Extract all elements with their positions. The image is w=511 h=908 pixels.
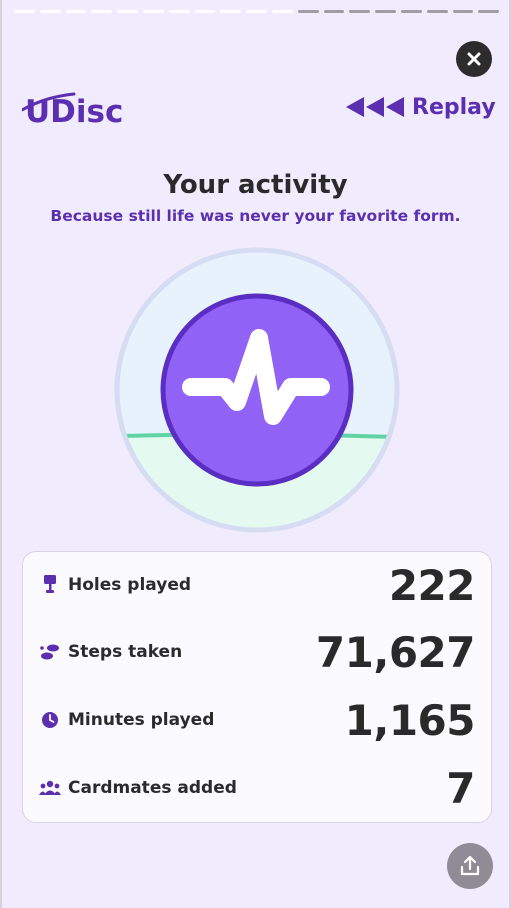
- disc-basket-icon: [39, 574, 61, 596]
- stat-label: Minutes played: [68, 710, 215, 730]
- page-title: Your activity: [163, 170, 348, 200]
- activity-illustration: [113, 246, 401, 534]
- story-progress-segment: [246, 10, 267, 13]
- story-progress-segment: [220, 10, 242, 13]
- stat-row-cardmates: Cardmates added 7: [23, 758, 491, 818]
- stat-label: Cardmates added: [68, 778, 237, 798]
- page-subtitle: Because still life was never your favori…: [50, 207, 461, 225]
- story-progress-segment: [478, 10, 500, 13]
- story-progress-segment: [452, 10, 474, 13]
- footsteps-icon: [39, 641, 61, 663]
- udisc-logo: UDisc: [20, 88, 126, 130]
- stat-row-minutes: Minutes played 1,165: [23, 690, 491, 750]
- story-progress-segment: [39, 10, 61, 13]
- story-progress-segment: [349, 10, 371, 13]
- stat-row-steps: Steps taken 71,627: [23, 622, 491, 682]
- story-progress-segment: [426, 10, 448, 13]
- story-progress-segment: [323, 10, 345, 13]
- close-button[interactable]: [456, 41, 492, 77]
- story-progress-segment: [297, 10, 319, 13]
- story-progress-segment: [117, 10, 138, 13]
- story-progress-segment: [168, 10, 190, 13]
- stat-label: Holes played: [68, 575, 192, 595]
- clock-icon: [39, 709, 61, 731]
- replay-button[interactable]: Replay: [344, 88, 496, 126]
- story-progress-segment: [194, 10, 216, 13]
- share-button[interactable]: [447, 843, 493, 889]
- story-progress-segment: [65, 10, 87, 13]
- stat-value: 222: [388, 560, 476, 610]
- share-icon: [460, 855, 480, 876]
- stats-card: Holes played 222 Steps taken 71,627 Minu…: [22, 551, 492, 823]
- replay-label: Replay: [412, 94, 496, 120]
- story-progress-segment: [91, 10, 113, 13]
- stat-label: Steps taken: [68, 642, 183, 662]
- story-progress-segment: [375, 10, 396, 13]
- rewind-icon: [346, 97, 404, 117]
- story-progress-bar: [14, 10, 500, 13]
- stat-row-holes: Holes played 222: [23, 555, 491, 615]
- stat-value: 7: [446, 763, 475, 813]
- story-progress-segment: [14, 10, 35, 13]
- close-icon: [467, 52, 481, 66]
- stat-value: 71,627: [315, 627, 476, 677]
- story-progress-segment: [142, 10, 164, 13]
- story-progress-segment: [400, 10, 422, 13]
- stat-value: 1,165: [344, 695, 476, 745]
- logo-text: UDisc: [25, 94, 123, 128]
- story-progress-segment: [271, 10, 293, 13]
- people-icon: [39, 777, 61, 799]
